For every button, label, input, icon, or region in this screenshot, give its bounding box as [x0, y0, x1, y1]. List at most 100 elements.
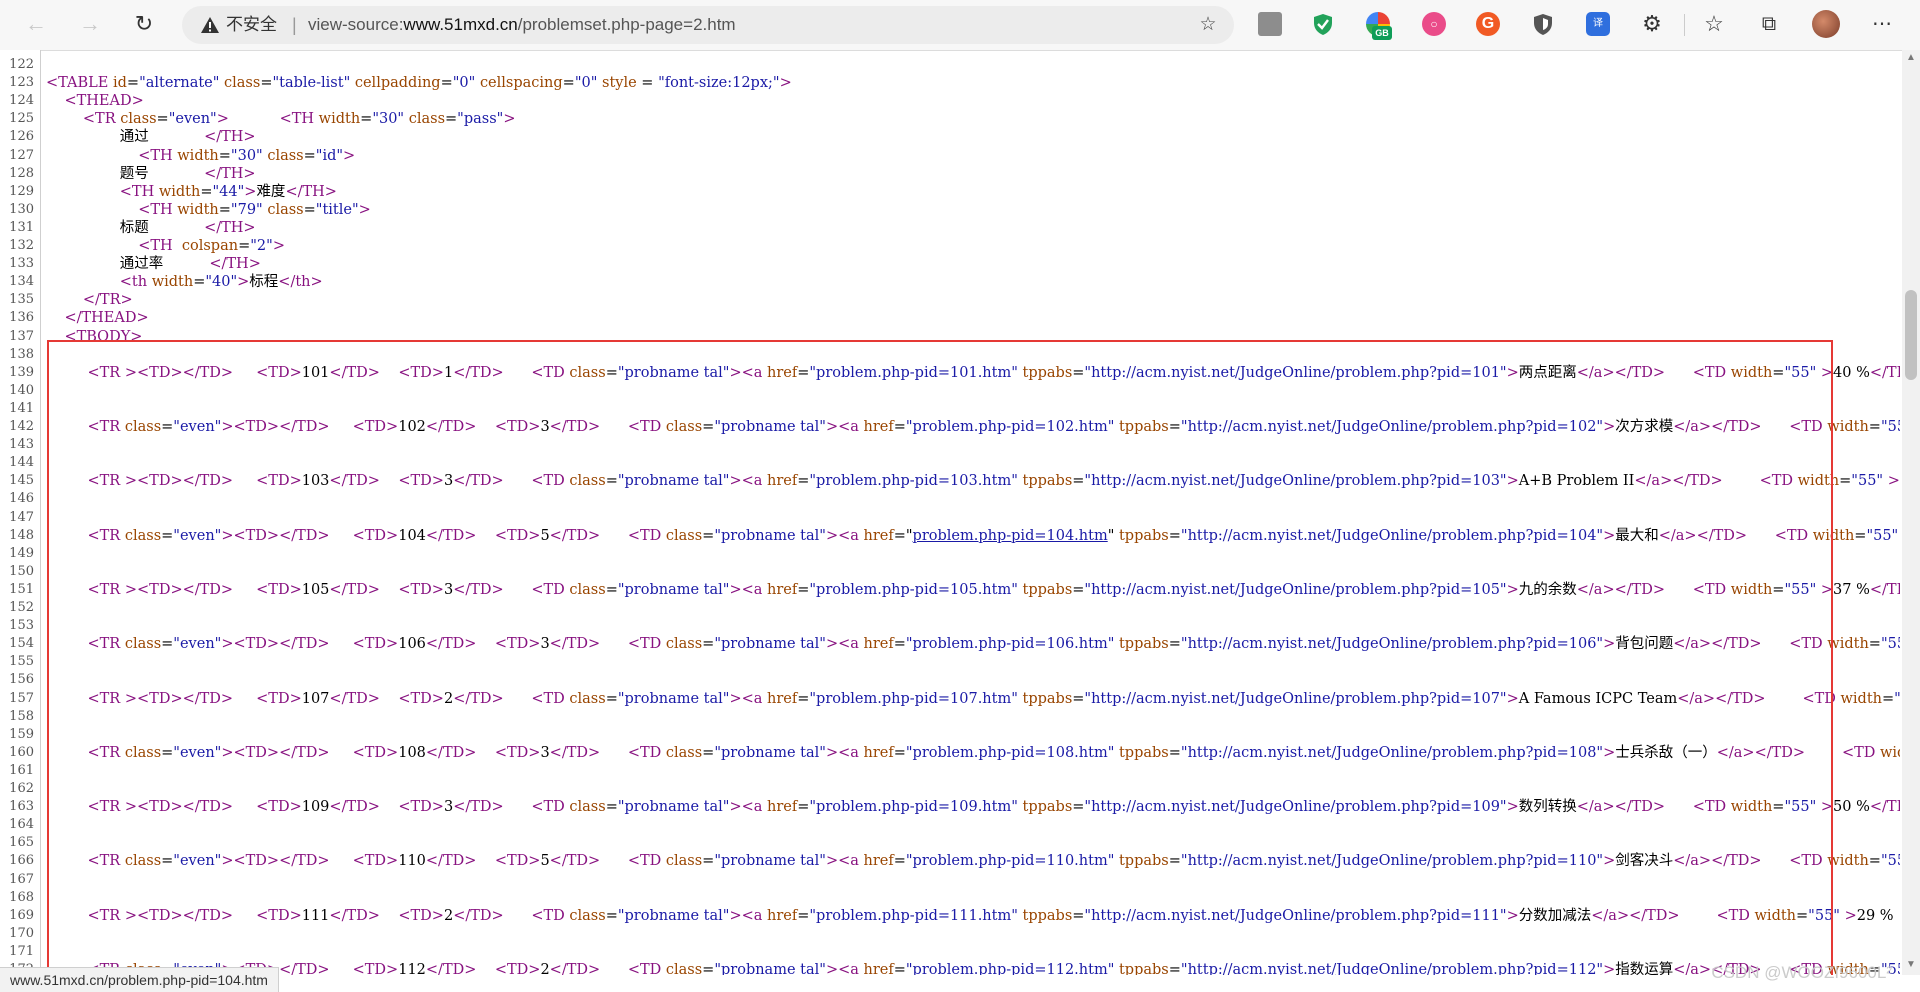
line-number: 129 — [9, 183, 34, 199]
line-code: 通过率 </TH> — [46, 256, 261, 273]
source-line: 163 <TR ><TD></TD> <TD>109</TD> <TD>3</T… — [0, 798, 1900, 816]
security-label[interactable]: 不安全 — [226, 6, 277, 44]
warning-icon — [201, 17, 219, 33]
scroll-down-icon[interactable]: ▼ — [1902, 959, 1920, 973]
source-line: 162 — [0, 780, 1900, 798]
line-number: 154 — [9, 636, 34, 652]
line-number: 123 — [9, 75, 34, 91]
line-code: <TR class="even"><TD></TD> <TD>108</TD> … — [87, 744, 1900, 761]
source-line: 129 <TH width="44">难度</TH> — [0, 183, 1900, 201]
line-code: <TR ><TD></TD> <TD>109</TD> <TD>3</TD> <… — [87, 799, 1900, 816]
translate-icon[interactable]: 译 — [1586, 12, 1610, 36]
source-line: 139 <TR ><TD></TD> <TD>101</TD> <TD>1</T… — [0, 364, 1900, 382]
source-line: 159 — [0, 726, 1900, 744]
line-code: 标题 </TH> — [46, 219, 256, 236]
line-number: 126 — [9, 129, 34, 145]
collections-icon[interactable]: ⧉ — [1757, 12, 1781, 36]
source-line: 166 <TR class="even"><TD></TD> <TD>110</… — [0, 852, 1900, 870]
line-code: <th width="40">标程</th> — [119, 274, 323, 291]
line-number: 156 — [9, 672, 34, 688]
shield-check-icon[interactable] — [1311, 12, 1335, 36]
source-line: 135 </TR> — [0, 291, 1900, 309]
source-line: 164 — [0, 816, 1900, 834]
line-number: 158 — [9, 708, 34, 724]
line-code: <TR ><TD></TD> <TD>101</TD> <TD>1</TD> <… — [87, 364, 1900, 381]
source-line: 171 — [0, 943, 1900, 961]
source-line: 142 <TR class="even"><TD></TD> <TD>102</… — [0, 418, 1900, 436]
line-code: <THEAD> — [64, 93, 144, 110]
dribbble-icon[interactable]: ○ — [1422, 12, 1446, 36]
status-bar: www.51mxd.cn/problem.php-pid=104.htm — [0, 967, 279, 992]
line-code: <TR class="even"><TD></TD> <TD>110</TD> … — [87, 853, 1900, 870]
reload-button[interactable]: ↻ — [128, 8, 160, 40]
source-line: 138 — [0, 346, 1900, 364]
source-line: 134 <th width="40">标程</th> — [0, 273, 1900, 291]
line-number: 137 — [9, 328, 34, 344]
source-line: 127 <TH width="30" class="id"> — [0, 147, 1900, 165]
line-code: <TR class="even"><TD></TD> <TD>102</TD> … — [87, 419, 1900, 435]
url-text[interactable]: view-source:www.51mxd.cn/problemset.php-… — [308, 6, 736, 44]
line-code: 通过 </TH> — [46, 129, 256, 146]
line-number: 157 — [9, 690, 34, 706]
line-number: 125 — [9, 111, 34, 127]
reload-icon: ↻ — [134, 11, 154, 36]
line-number: 146 — [9, 491, 34, 507]
line-code: </TR> — [82, 292, 133, 309]
source-line: 170 — [0, 925, 1900, 943]
add-favorite-icon[interactable]: ☆ — [1196, 13, 1220, 37]
line-number: 141 — [9, 400, 34, 416]
line-number: 145 — [9, 473, 34, 489]
more-icon[interactable]: ⋯ — [1870, 12, 1894, 36]
source-line: 141 — [0, 400, 1900, 418]
line-number: 142 — [9, 419, 34, 434]
line-number: 164 — [9, 817, 34, 833]
line-number: 167 — [9, 871, 34, 887]
source-view: 122 123 <TABLE id="alternate" class="table… — [0, 50, 1900, 975]
source-line: 122 — [0, 56, 1900, 74]
line-number: 160 — [9, 744, 34, 760]
line-number: 143 — [9, 437, 34, 453]
scroll-up-icon[interactable]: ▲ — [1902, 52, 1920, 66]
source-line: 136 </THEAD> — [0, 309, 1900, 327]
line-number: 147 — [9, 509, 34, 525]
line-number: 171 — [9, 943, 34, 959]
line-code: <TR class="even"><TD></TD> <TD>112</TD> … — [87, 962, 1900, 975]
puzzle-icon[interactable]: ⚙ — [1640, 12, 1664, 36]
source-line: 128 题号 </TH> — [0, 165, 1900, 183]
line-code: <TH width="30" class="id"> — [138, 147, 356, 164]
source-line: 169 <TR ><TD></TD> <TD>111</TD> <TD>2</T… — [0, 907, 1900, 925]
address-bar[interactable]: 不安全 | view-source:www.51mxd.cn/problemse… — [182, 6, 1234, 44]
source-line: 145 <TR ><TD></TD> <TD>103</TD> <TD>3</T… — [0, 472, 1900, 490]
line-code: <TR class="even"> <TH width="30" class="… — [82, 111, 516, 128]
line-number: 162 — [9, 781, 34, 796]
reader-icon[interactable] — [1258, 12, 1282, 36]
forward-button[interactable]: → — [74, 8, 106, 40]
avatar[interactable] — [1812, 10, 1840, 38]
line-code: 题号 </TH> — [46, 165, 256, 182]
extension-badge: GB — [1372, 26, 1392, 40]
source-line: 168 — [0, 889, 1900, 907]
favorites-icon[interactable]: ☆ — [1702, 12, 1726, 36]
source-line: 165 — [0, 834, 1900, 852]
line-code: <TH colspan="2"> — [138, 238, 285, 254]
scrollbar-thumb[interactable] — [1905, 290, 1917, 380]
source-line: 124 <THEAD> — [0, 92, 1900, 110]
line-number: 140 — [9, 382, 34, 398]
source-line: 126 通过 </TH> — [0, 128, 1900, 146]
vertical-scrollbar[interactable]: ▲ ▼ — [1902, 50, 1920, 975]
line-number: 134 — [9, 274, 34, 290]
source-line: 154 <TR class="even"><TD></TD> <TD>106</… — [0, 635, 1900, 653]
line-number: 136 — [9, 310, 34, 326]
toolbar-divider — [1684, 14, 1685, 36]
line-code: <TR ><TD></TD> <TD>103</TD> <TD>3</TD> <… — [87, 473, 1900, 490]
line-number: 159 — [9, 726, 34, 742]
back-button[interactable]: ← — [20, 8, 52, 40]
line-number: 169 — [9, 907, 34, 923]
adblock-icon[interactable] — [1531, 12, 1555, 36]
grammarly-icon[interactable]: G — [1476, 12, 1500, 36]
source-line: 130 <TH width="79" class="title"> — [0, 201, 1900, 219]
source-line: 140 — [0, 382, 1900, 400]
line-number: 153 — [9, 618, 34, 634]
line-number: 139 — [9, 364, 34, 380]
line-number: 144 — [9, 455, 34, 471]
